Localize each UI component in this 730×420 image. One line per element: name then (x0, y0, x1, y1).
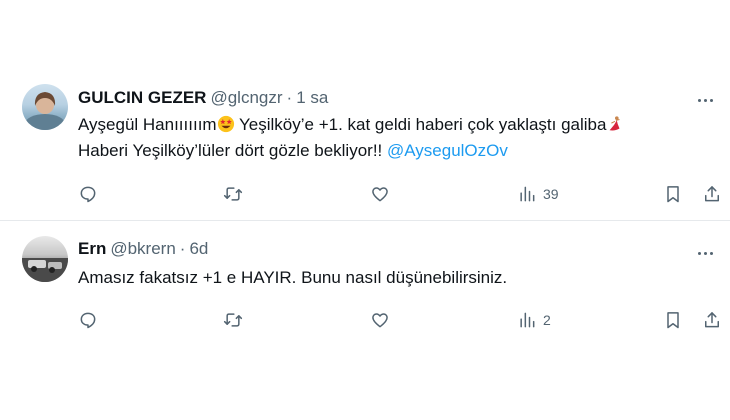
user-handle[interactable]: @glcngzr (210, 88, 282, 107)
views-icon (520, 186, 535, 202)
dancer-emoji (610, 116, 621, 131)
tweet-text-part: Haberi Yeşilköy’lüler dört gözle bekliyo… (78, 141, 387, 160)
share-button[interactable] (702, 182, 722, 206)
share-button[interactable] (702, 308, 722, 332)
views-count: 39 (543, 186, 559, 202)
views-count: 2 (543, 312, 551, 328)
timestamp[interactable]: 6d (189, 239, 208, 258)
bookmark-button[interactable] (663, 308, 683, 332)
views-button[interactable]: 39 (517, 182, 559, 206)
more-icon[interactable] (694, 91, 716, 109)
retweet-button[interactable] (223, 182, 243, 206)
more-icon[interactable] (694, 244, 716, 262)
retweet-icon (223, 313, 243, 327)
mention-link[interactable]: @AysegulOzOv (387, 141, 508, 160)
retweet-button[interactable] (223, 308, 243, 332)
views-button[interactable]: 2 (517, 308, 551, 332)
separator-dot: · (179, 239, 186, 258)
bookmark-button[interactable] (663, 182, 683, 206)
like-button[interactable] (370, 182, 390, 206)
reply-button[interactable] (78, 308, 98, 332)
like-icon (372, 313, 388, 328)
separator-dot: · (286, 88, 293, 107)
reply-icon (80, 186, 96, 203)
tweet[interactable]: GULCIN GEZER @glcngzr · 1 sa Ayşegül Hanııı… (0, 64, 730, 216)
bookmark-icon (667, 186, 679, 203)
tweet-text-part: Ayşegül Hanıııııım (78, 115, 217, 134)
tweet-actions: 2 (0, 308, 730, 332)
user-handle[interactable]: @bkrern (110, 239, 175, 258)
star-struck-emoji (217, 115, 234, 133)
reply-icon (80, 312, 96, 329)
reply-button[interactable] (78, 182, 98, 206)
tweet-text: Amasız fakatsız +1 e HAYIR. Bunu nasıl d… (78, 265, 507, 291)
display-name[interactable]: GULCIN GEZER (78, 88, 206, 107)
display-name[interactable]: Ern (78, 239, 106, 258)
tweet-actions: 39 (0, 182, 730, 206)
tweet[interactable]: Ern @bkrern · 6d Amasız fakatsız +1 e HAYIR… (0, 222, 730, 352)
tweet-header: GULCIN GEZER @glcngzr · 1 sa (78, 88, 328, 108)
tweet-header: Ern @bkrern · 6d (78, 239, 208, 259)
tweet-text-part: Yeşilköy’e +1. kat geldi haberi çok yakl… (234, 115, 607, 134)
avatar[interactable] (22, 236, 68, 282)
like-button[interactable] (370, 308, 390, 332)
like-icon (372, 187, 388, 202)
timestamp[interactable]: 1 sa (296, 88, 328, 107)
tweet-text-part: Amasız fakatsız +1 e HAYIR. Bunu nasıl d… (78, 268, 508, 287)
share-icon (705, 312, 719, 328)
views-icon (520, 312, 535, 328)
avatar[interactable] (22, 84, 68, 130)
tweet-divider (0, 220, 730, 221)
tweet-text: Ayşegül Hanıııııım Yeşilköy’e +1. kat ge… (78, 112, 624, 164)
retweet-icon (223, 187, 243, 201)
share-icon (705, 186, 719, 202)
bookmark-icon (667, 312, 679, 329)
